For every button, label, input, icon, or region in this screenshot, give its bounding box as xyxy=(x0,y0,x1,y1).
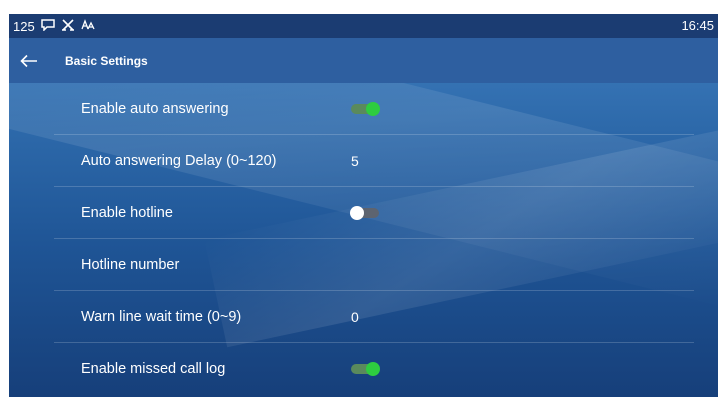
setting-label: Auto answering Delay (0~120) xyxy=(81,153,277,169)
warn-line-wait-value[interactable]: 0 xyxy=(351,309,359,325)
hotline-toggle[interactable] xyxy=(350,206,379,220)
page-title: Basic Settings xyxy=(65,53,148,68)
toggle-knob xyxy=(366,102,380,116)
message-icon xyxy=(40,19,55,33)
status-bar: 125 16:45 xyxy=(9,14,718,38)
setting-row-hotline-number[interactable]: Hotline number xyxy=(9,239,718,291)
setting-label: Hotline number xyxy=(81,257,180,273)
account-number: 125 xyxy=(13,18,35,34)
setting-row-missed-call-log[interactable]: Enable missed call log xyxy=(9,343,718,395)
network-icon xyxy=(61,19,75,33)
setting-label: Warn line wait time (0~9) xyxy=(81,309,242,325)
setting-label: Enable auto answering xyxy=(81,101,229,117)
status-bar-left: 125 xyxy=(9,19,95,34)
setting-label: Enable hotline xyxy=(81,205,173,221)
setting-row-auto-answering[interactable]: Enable auto answering xyxy=(9,83,718,135)
toggle-knob xyxy=(366,362,380,376)
back-arrow-icon xyxy=(20,54,37,67)
missed-call-log-toggle[interactable] xyxy=(351,362,380,376)
font-icon xyxy=(81,19,95,33)
toggle-knob xyxy=(350,206,364,220)
setting-row-auto-answering-delay[interactable]: Auto answering Delay (0~120) 5 xyxy=(9,135,718,187)
auto-answering-delay-value[interactable]: 5 xyxy=(351,153,359,169)
phone-screen: 125 16:45 Basic Settings Enable auto ans… xyxy=(9,14,718,397)
back-button[interactable] xyxy=(9,38,49,83)
setting-row-hotline[interactable]: Enable hotline xyxy=(9,187,718,239)
settings-list: Enable auto answering Auto answering Del… xyxy=(9,83,718,395)
title-bar: Basic Settings xyxy=(9,38,718,83)
setting-row-warn-line-wait[interactable]: Warn line wait time (0~9) 0 xyxy=(9,291,718,343)
clock: 16:45 xyxy=(681,18,714,33)
auto-answering-toggle[interactable] xyxy=(351,102,380,116)
setting-label: Enable missed call log xyxy=(81,361,226,377)
